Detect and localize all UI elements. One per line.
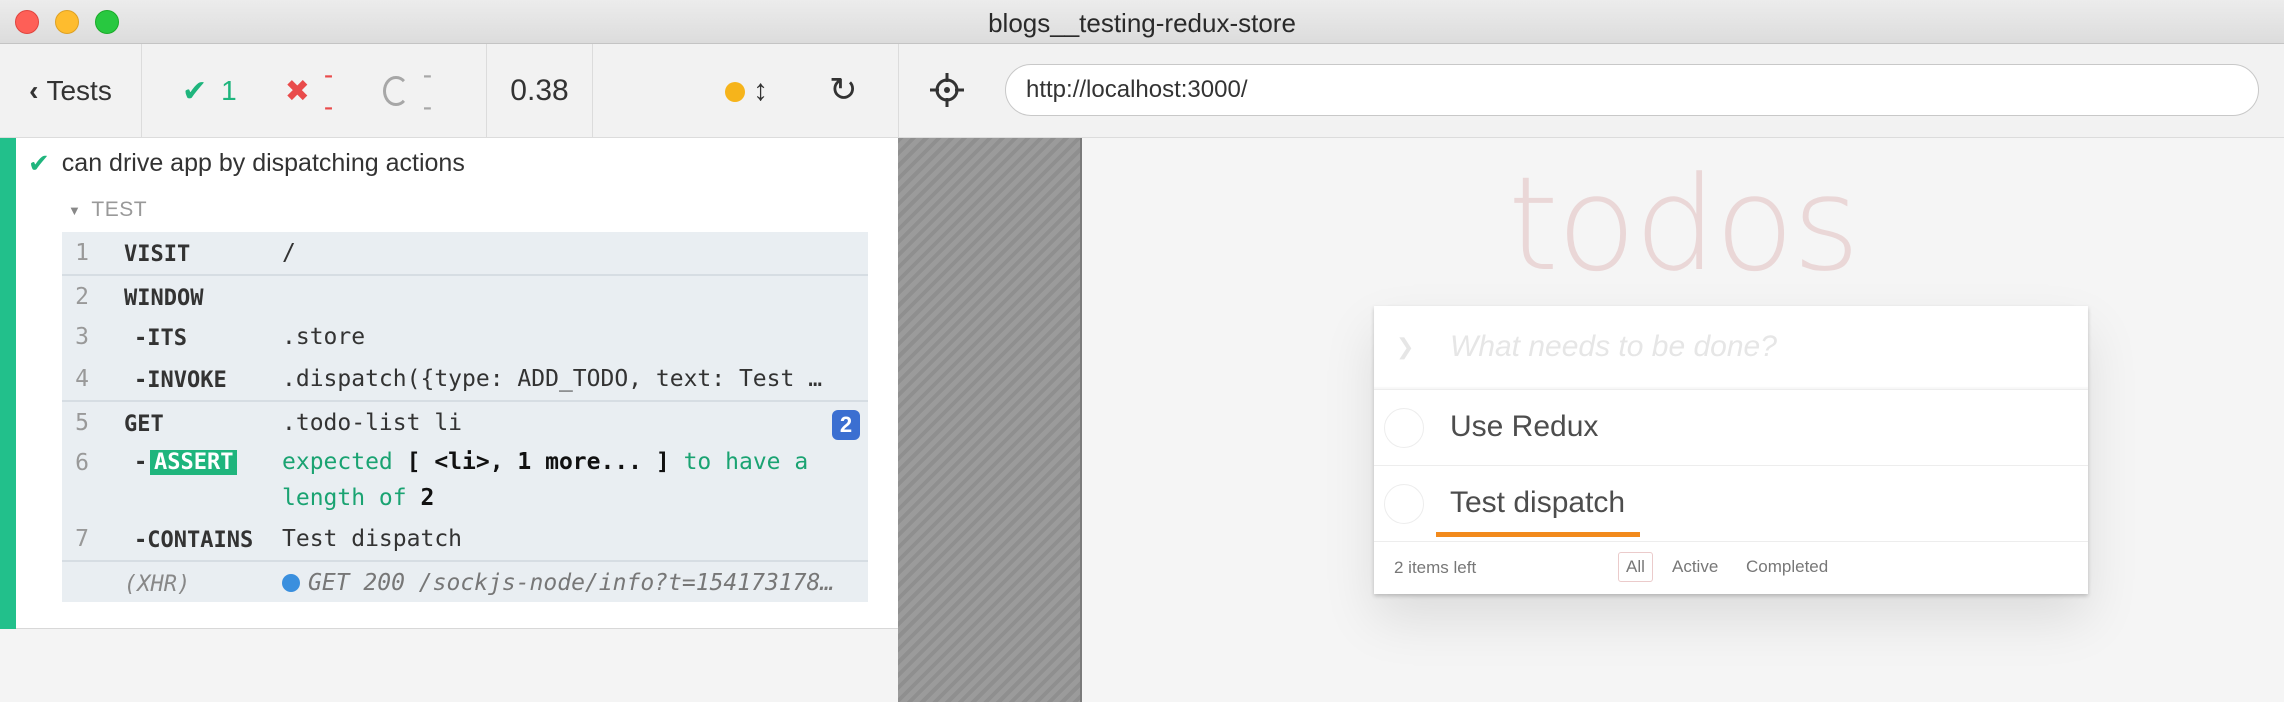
command-list: 1 VISIT / 2 WINDOW 3 -ITS .store 4 -INVO… — [62, 232, 868, 602]
xhr-dot-icon — [282, 574, 300, 592]
command-number: 6 — [75, 450, 89, 476]
command-row-xhr[interactable]: (XHR) GET 200 /sockjs-node/info?t=154173… — [62, 560, 868, 602]
command-name: (XHR) — [124, 572, 191, 597]
command-number: 3 — [75, 324, 89, 350]
selector-playground-icon[interactable] — [927, 70, 967, 110]
command-row[interactable]: 2 WINDOW — [62, 274, 868, 316]
passed-stat: ✔ 1 — [182, 74, 237, 109]
window-titlebar: blogs__testing-redux-store — [0, 0, 2284, 44]
command-name: -ITS — [134, 326, 187, 351]
resize-icon[interactable]: ↕ — [753, 74, 768, 108]
test-title[interactable]: ✔ can drive app by dispatching actions — [28, 148, 465, 179]
tests-label: Tests — [46, 75, 112, 106]
app-title: todos — [1507, 148, 1860, 300]
element-count-badge: 2 — [832, 410, 860, 440]
command-message: .dispatch({type: ADD_TODO, text: Test … — [282, 366, 823, 392]
test-title-text: can drive app by dispatching actions — [61, 149, 465, 177]
assert-subject: [ <li>, 1 more... ] — [406, 449, 670, 475]
command-log: ✔ can drive app by dispatching actions ▼… — [0, 138, 898, 629]
todo-label: Use Redux — [1450, 410, 1599, 443]
command-row-assert[interactable]: 6 - ASSERT expected [ <li>, 1 more... ] … — [62, 442, 868, 518]
status-dot-icon — [725, 82, 745, 102]
viewport-gutter — [898, 138, 1082, 702]
chevron-down-icon[interactable]: ❯ — [1396, 334, 1414, 360]
caret-down-icon: ▼ — [68, 202, 82, 218]
reporter-header: ‹ Tests ✔ 1 ✖ -- -- 0.38 ↕ ↻ — [0, 44, 898, 138]
check-icon: ✔ — [182, 74, 208, 108]
aut-header: http://localhost:3000/ — [898, 44, 2284, 138]
command-row[interactable]: 1 VISIT / — [62, 232, 868, 274]
tests-button[interactable]: ‹ Tests — [0, 44, 142, 138]
command-row[interactable]: 7 -CONTAINS Test dispatch — [62, 518, 868, 560]
reload-icon[interactable]: ↻ — [829, 70, 858, 110]
command-row[interactable]: 4 -INVOKE .dispatch({type: ADD_TODO, tex… — [62, 358, 868, 400]
assert-badge: ASSERT — [150, 450, 238, 475]
command-name: -CONTAINS — [134, 528, 254, 553]
command-name: WINDOW — [124, 286, 204, 311]
todo-footer: 2 items left All Active Completed — [1374, 542, 2088, 594]
command-message: Test dispatch — [282, 526, 463, 552]
stats: ✔ 1 ✖ -- -- — [142, 44, 487, 138]
filter-completed[interactable]: Completed — [1738, 552, 1836, 582]
command-row[interactable]: 5 GET .todo-list li 2 — [62, 400, 868, 442]
command-name: -INVOKE — [134, 368, 227, 393]
command-number: 5 — [75, 410, 89, 436]
xhr-message: GET 200 /sockjs-node/info?t=154173178… — [282, 570, 834, 596]
xhr-text: GET 200 /sockjs-node/info?t=154173178… — [308, 570, 835, 596]
failed-count: -- — [323, 59, 334, 122]
x-icon: ✖ — [284, 74, 310, 108]
todo-item[interactable]: Test dispatch — [1374, 466, 2088, 542]
command-number: 1 — [75, 240, 89, 266]
filter-active[interactable]: Active — [1664, 552, 1726, 582]
command-number: 4 — [75, 366, 89, 392]
assert-text: expected — [282, 449, 407, 475]
todo-app: ❯ What needs to be done? Use Redux Test … — [1374, 306, 2088, 594]
duration: 0.38 — [487, 44, 593, 138]
todo-toggle-checkbox[interactable] — [1384, 484, 1424, 524]
assert-value: 2 — [420, 485, 435, 511]
new-todo-input[interactable]: ❯ What needs to be done? — [1374, 306, 2088, 390]
command-message: .todo-list li — [282, 410, 463, 436]
passed-count: 1 — [221, 75, 237, 106]
assert-message: expected [ <li>, 1 more... ] to have a l… — [282, 444, 852, 516]
pending-count: -- — [422, 59, 433, 122]
command-name: GET — [124, 412, 164, 437]
todo-item[interactable]: Use Redux — [1374, 390, 2088, 466]
command-number: 7 — [75, 526, 89, 552]
pass-indicator — [0, 138, 16, 629]
items-left-count: 2 items left — [1394, 558, 1477, 577]
pending-circle-icon — [383, 76, 409, 106]
failed-stat: ✖ -- — [285, 59, 336, 123]
url-bar[interactable]: http://localhost:3000/ — [1005, 64, 2259, 116]
test-section-label: TEST — [91, 198, 148, 221]
filter-all[interactable]: All — [1618, 552, 1653, 582]
command-name: VISIT — [124, 242, 191, 267]
command-message: / — [282, 240, 296, 266]
command-number: 2 — [75, 284, 89, 310]
element-highlight — [1436, 532, 1640, 537]
command-prefix: - — [134, 450, 148, 475]
window-title: blogs__testing-redux-store — [988, 8, 1296, 38]
chevron-left-icon: ‹ — [29, 75, 39, 106]
app-under-test: todos ❯ What needs to be done? Use Redux… — [1082, 138, 2284, 702]
test-section-toggle[interactable]: ▼ TEST — [68, 198, 147, 222]
pending-stat: -- — [383, 59, 438, 123]
check-icon: ✔ — [28, 148, 50, 178]
command-message: .store — [282, 324, 366, 350]
controls: ↕ ↻ — [593, 44, 898, 138]
todo-toggle-checkbox[interactable] — [1384, 408, 1424, 448]
command-row[interactable]: 3 -ITS .store — [62, 316, 868, 358]
todo-label: Test dispatch — [1450, 486, 1626, 519]
new-todo-placeholder: What needs to be done? — [1450, 330, 1777, 363]
